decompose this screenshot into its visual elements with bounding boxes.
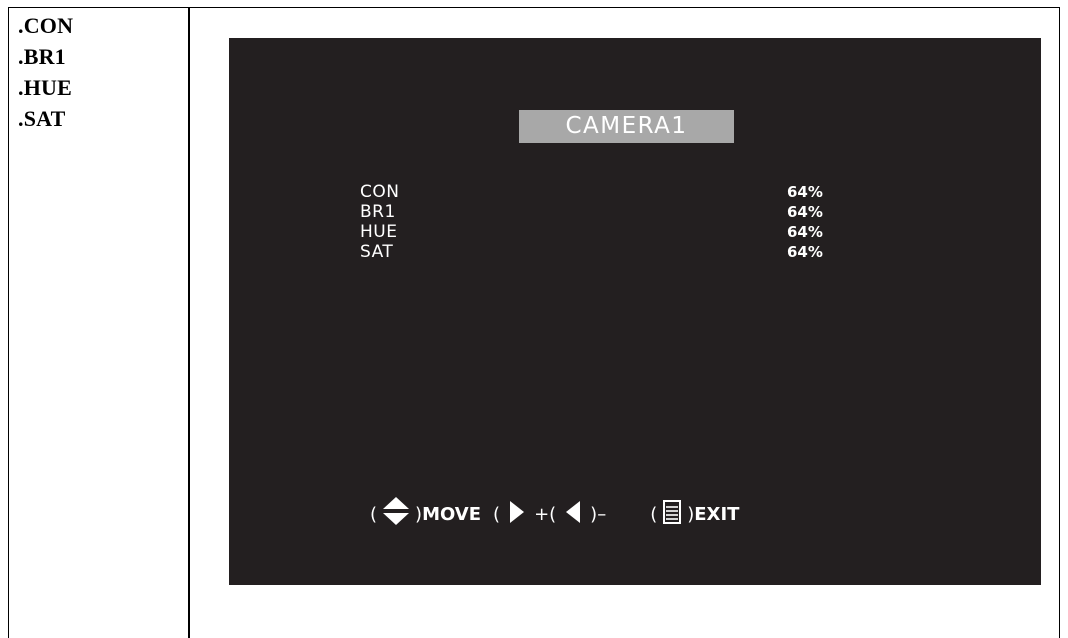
- setting-row-hue[interactable]: HUE 64%: [360, 222, 840, 242]
- left-column-list: .CON .BR1 .HUE .SAT: [18, 10, 73, 134]
- hint-close-paren: ): [415, 503, 423, 525]
- list-item-con: .CON: [18, 13, 74, 38]
- menu-icon: [663, 499, 682, 529]
- column-divider: [188, 7, 190, 638]
- setting-value: 64%: [787, 243, 823, 261]
- setting-label: SAT: [360, 242, 394, 262]
- setting-row-br1[interactable]: BR1 64%: [360, 202, 840, 222]
- settings-list: CON 64% BR1 64% HUE 64% SAT 64%: [360, 182, 840, 262]
- up-down-arrow-icon: [383, 496, 410, 532]
- setting-label: BR1: [360, 202, 396, 222]
- move-label: MOVE: [422, 503, 482, 525]
- setting-value: 64%: [787, 223, 823, 241]
- setting-value: 64%: [787, 203, 823, 221]
- hint-open-paren: (: [650, 503, 658, 525]
- right-arrow-icon: [510, 500, 525, 528]
- list-item-br1: .BR1: [18, 44, 66, 69]
- exit-label: EXIT: [694, 503, 740, 525]
- hint-close-paren: ): [687, 503, 695, 525]
- hint-open-paren: (: [370, 503, 378, 525]
- setting-label: CON: [360, 182, 400, 202]
- left-arrow-icon: [566, 500, 581, 528]
- camera-title: CAMERA1: [519, 110, 734, 143]
- setting-label: HUE: [360, 222, 398, 242]
- list-item-hue: .HUE: [18, 75, 72, 100]
- minus-label: )–: [590, 503, 607, 525]
- setting-value: 64%: [787, 183, 823, 201]
- osd-screen: CAMERA1 CON 64% BR1 64% HUE 64% SAT 64% …: [229, 38, 1041, 585]
- setting-row-con[interactable]: CON 64%: [360, 182, 840, 202]
- control-hint-bar: ( ) MOVE ( +( )– () EXIT: [370, 494, 739, 534]
- setting-row-sat[interactable]: SAT 64%: [360, 242, 840, 262]
- hint-open-paren: (: [493, 503, 501, 525]
- plus-label: +(: [534, 503, 557, 525]
- list-item-sat: .SAT: [18, 106, 66, 131]
